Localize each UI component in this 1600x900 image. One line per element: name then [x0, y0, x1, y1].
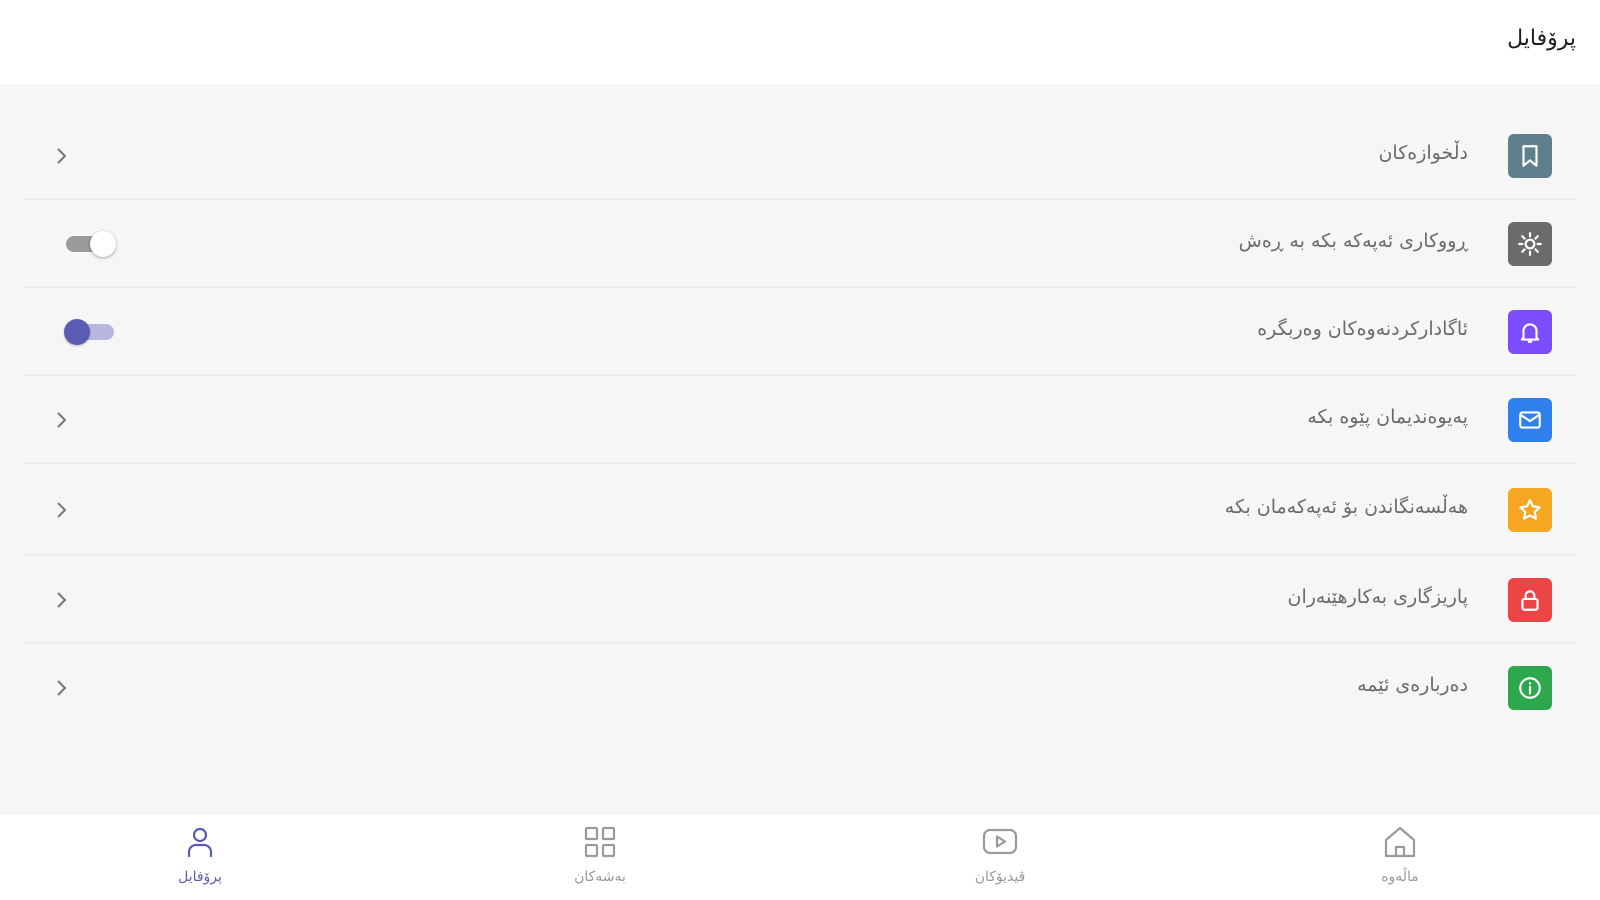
chevron-left-icon [57, 148, 67, 164]
settings-list: دڵخوازەکان ڕووکاری ئەپەکە بکە بە ڕەش ئاگ… [24, 112, 1576, 732]
nav-profile[interactable]: پرۆفایل [120, 823, 280, 895]
bell-icon [1508, 310, 1552, 354]
nav-label: پرۆفایل [178, 869, 222, 885]
toggle-knob [90, 231, 116, 257]
video-play-icon [982, 828, 1018, 855]
star-icon [1508, 488, 1552, 532]
nav-sections[interactable]: بەشەکان [520, 823, 680, 895]
chevron-left-icon [57, 502, 67, 518]
grid-icon [584, 826, 616, 858]
home-icon [1384, 826, 1416, 858]
settings-row-favorites[interactable]: دڵخوازەکان [24, 112, 1576, 200]
page-title: پرۆفایل [1507, 26, 1576, 51]
lock-icon [1508, 578, 1552, 622]
settings-row-contact[interactable]: پەیوەندیمان پێوە بکە [24, 376, 1576, 464]
settings-row-about[interactable]: دەربارەی ئێمە [24, 644, 1576, 732]
chevron-left-icon [57, 592, 67, 608]
settings-row-label: دەربارەی ئێمە [1357, 674, 1468, 696]
settings-row-label: دڵخوازەکان [1378, 142, 1468, 164]
settings-row-privacy[interactable]: پاریزگاری بەکارهێنەران [24, 556, 1576, 644]
mail-icon [1508, 398, 1552, 442]
settings-row-dark-mode: ڕووکاری ئەپەکە بکە بە ڕەش [24, 200, 1576, 288]
notifications-toggle[interactable] [64, 319, 114, 345]
dark-mode-toggle[interactable] [64, 231, 116, 257]
settings-row-label: ئاگادارکردنەوەکان وەربگرە [1257, 318, 1468, 340]
nav-videos[interactable]: ڤیدیۆکان [920, 823, 1080, 895]
nav-label: بەشەکان [574, 869, 626, 885]
settings-row-label: پاریزگاری بەکارهێنەران [1287, 586, 1468, 608]
sun-icon [1508, 222, 1552, 266]
bottom-navigation: پرۆفایل بەشەکان ڤیدیۆکان ماڵەوە [0, 815, 1600, 900]
chevron-left-icon [57, 412, 67, 428]
nav-label: ڤیدیۆکان [974, 869, 1026, 885]
info-icon [1508, 666, 1552, 710]
settings-row-notifications: ئاگادارکردنەوەکان وەربگرە [24, 288, 1576, 376]
app-header: پرۆفایل [0, 0, 1600, 84]
nav-home[interactable]: ماڵەوە [1320, 823, 1480, 895]
settings-content: دڵخوازەکان ڕووکاری ئەپەکە بکە بە ڕەش ئاگ… [0, 84, 1600, 815]
bookmark-icon [1508, 134, 1552, 178]
settings-row-rate-app[interactable]: هەڵسەنگاندن بۆ ئەپەکەمان بکە [24, 464, 1576, 556]
settings-row-label: پەیوەندیمان پێوە بکە [1307, 406, 1468, 428]
settings-row-label: ڕووکاری ئەپەکە بکە بە ڕەش [1238, 230, 1468, 252]
person-icon [187, 827, 213, 858]
settings-row-label: هەڵسەنگاندن بۆ ئەپەکەمان بکە [1224, 496, 1468, 518]
toggle-knob [64, 319, 90, 345]
nav-label: ماڵەوە [1381, 869, 1419, 885]
chevron-left-icon [57, 680, 67, 696]
